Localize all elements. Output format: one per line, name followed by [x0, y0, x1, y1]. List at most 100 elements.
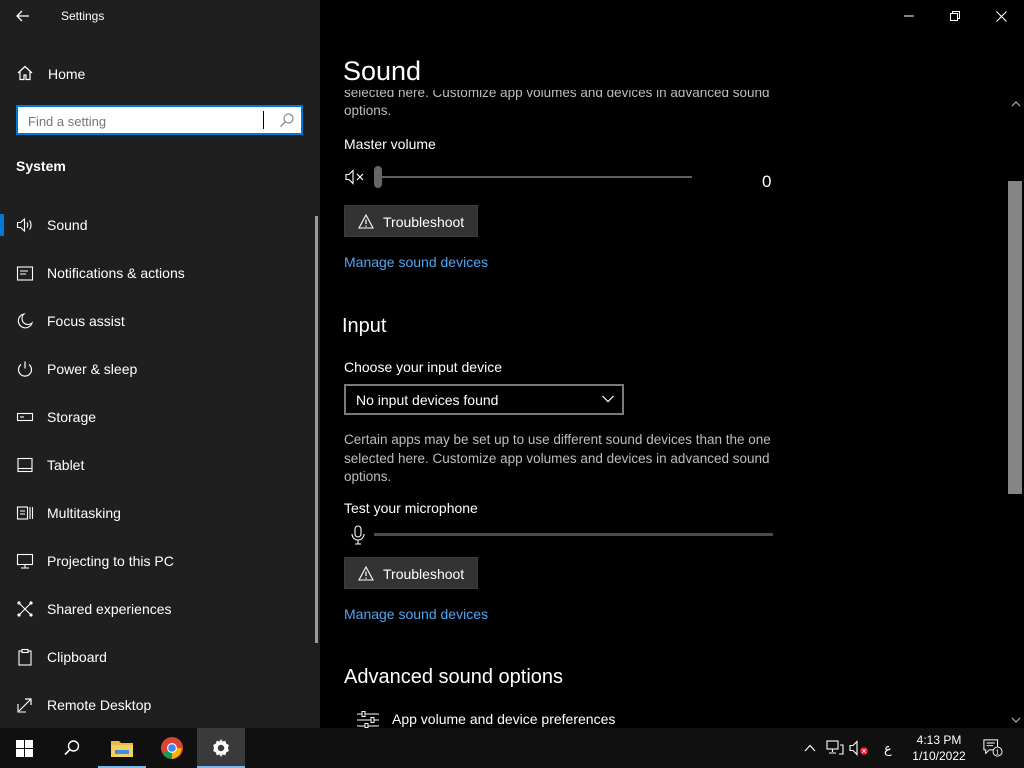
minimize-button[interactable]: [886, 0, 932, 32]
windows-logo-icon: [15, 739, 33, 757]
file-explorer-icon: [111, 741, 133, 757]
master-volume-label: Master volume: [344, 136, 436, 152]
notification-center-icon: 1: [983, 739, 1003, 757]
scroll-down-icon[interactable]: [1010, 714, 1022, 726]
sidebar-item-projecting[interactable]: Projecting to this PC: [0, 539, 314, 583]
search-icon: [64, 740, 80, 756]
power-icon: [17, 361, 33, 377]
sidebar-item-tablet[interactable]: Tablet: [0, 443, 314, 487]
sidebar-item-label: Notifications & actions: [47, 265, 185, 281]
network-icon: [826, 740, 844, 755]
warning-icon: [358, 214, 374, 229]
sidebar-item-label: Tablet: [47, 457, 85, 473]
equalizer-icon: [357, 711, 379, 728]
sidebar-item-label: Focus assist: [47, 313, 125, 329]
sidebar-item-label: Projecting to this PC: [47, 553, 174, 569]
chevron-down-icon: [602, 395, 614, 403]
minimize-icon: [904, 15, 914, 17]
sidebar-item-label: Clipboard: [47, 649, 107, 665]
text-caret: [263, 111, 264, 129]
show-hidden-icons-button[interactable]: [800, 738, 820, 758]
sidebar-item-sound[interactable]: Sound: [0, 203, 314, 247]
file-explorer-taskbar-button[interactable]: [98, 728, 146, 768]
output-manage-sound-devices-link[interactable]: Manage sound devices: [344, 254, 488, 270]
master-volume-track[interactable]: [376, 176, 692, 178]
settings-icon: [213, 739, 229, 757]
restore-button[interactable]: [932, 0, 978, 32]
restore-icon: [950, 11, 960, 21]
sidebar-scrollbar[interactable]: [315, 216, 318, 643]
settings-scroll-area: selected here. Customize app volumes and…: [320, 90, 1010, 728]
sidebar-item-label: Remote Desktop: [47, 697, 152, 713]
close-button[interactable]: [978, 0, 1024, 32]
sidebar-item-remote-desktop[interactable]: Remote Desktop: [0, 683, 314, 727]
back-button[interactable]: [0, 0, 46, 32]
sidebar-item-clipboard[interactable]: Clipboard: [0, 635, 314, 679]
search-box[interactable]: [16, 105, 303, 135]
output-description: selected here. Customize app volumes and…: [344, 90, 770, 118]
tablet-icon: [17, 457, 33, 473]
clock-time: 4:13 PM: [916, 733, 962, 747]
settings-taskbar-button[interactable]: [197, 728, 245, 768]
master-volume-thumb[interactable]: [374, 166, 382, 188]
network-tray-button[interactable]: [825, 738, 845, 758]
advanced-sound-heading: Advanced sound options: [344, 666, 564, 688]
action-center-button[interactable]: 1: [983, 738, 1003, 758]
sound-settings-page: Sound selected here. Customize app volum…: [320, 0, 1024, 728]
content-scrollbar-thumb[interactable]: [1008, 181, 1022, 494]
search-icon[interactable]: [279, 112, 295, 128]
clipboard-icon: [18, 648, 32, 666]
shared-experiences-icon: [17, 601, 33, 617]
speaker-icon: [16, 217, 32, 233]
volume-muted-icon[interactable]: [345, 168, 367, 186]
clock[interactable]: 4:13 PM 1/10/2022: [908, 732, 970, 764]
microphone-level-meter: [374, 533, 773, 536]
taskbar: ع 4:13 PM 1/10/2022 1: [0, 728, 1024, 768]
projecting-icon: [16, 553, 34, 569]
choose-input-label: Choose your input device: [344, 359, 502, 375]
sidebar-item-power-sleep[interactable]: Power & sleep: [0, 347, 314, 391]
start-button[interactable]: [0, 728, 48, 768]
sidebar-item-multitasking[interactable]: Multitasking: [0, 491, 314, 535]
master-volume-value: 0: [762, 172, 772, 191]
close-icon: [995, 10, 1007, 22]
input-heading: Input: [342, 315, 387, 337]
sidebar-item-label: Shared experiences: [47, 601, 172, 617]
sidebar-item-label: Power & sleep: [47, 361, 138, 377]
sidebar-item-shared-experiences[interactable]: Shared experiences: [0, 587, 314, 631]
input-manage-sound-devices-link[interactable]: Manage sound devices: [344, 606, 488, 622]
notification-count: 1: [996, 747, 1000, 756]
taskbar-search-button[interactable]: [48, 728, 96, 768]
test-microphone-label: Test your microphone: [344, 500, 478, 516]
search-input[interactable]: [28, 112, 258, 130]
input-troubleshoot-button[interactable]: Troubleshoot: [344, 557, 478, 589]
sidebar-item-label: Storage: [47, 409, 97, 425]
clock-date: 1/10/2022: [912, 749, 966, 763]
input-device-selected: No input devices found: [356, 392, 499, 408]
section-title: System: [16, 158, 66, 174]
storage-icon: [16, 412, 34, 422]
troubleshoot-label: Troubleshoot: [383, 566, 465, 582]
volume-tray-button[interactable]: [849, 738, 869, 758]
sidebar-item-notifications[interactable]: Notifications & actions: [0, 251, 314, 295]
scroll-up-icon[interactable]: [1010, 98, 1022, 110]
home-nav-item[interactable]: Home: [0, 58, 320, 88]
sidebar-item-label: Sound: [47, 217, 88, 233]
remote-desktop-icon: [17, 698, 32, 713]
notification-icon: [16, 266, 34, 281]
home-label: Home: [48, 66, 86, 82]
microphone-icon: [351, 525, 365, 545]
home-icon: [17, 65, 33, 81]
app-title: Settings: [61, 9, 105, 23]
output-troubleshoot-button[interactable]: Troubleshoot: [344, 205, 478, 237]
input-language-indicator[interactable]: ع: [884, 741, 892, 757]
input-device-dropdown[interactable]: No input devices found: [344, 384, 624, 415]
chevron-up-icon: [804, 744, 816, 752]
sidebar-item-storage[interactable]: Storage: [0, 395, 314, 439]
volume-muted-icon: [849, 740, 868, 756]
chrome-taskbar-button[interactable]: [148, 728, 196, 768]
moon-icon: [17, 313, 34, 329]
multitasking-icon: [16, 506, 34, 520]
sidebar-item-focus-assist[interactable]: Focus assist: [0, 299, 314, 343]
input-description: Certain apps may be set up to use differ…: [344, 432, 771, 484]
